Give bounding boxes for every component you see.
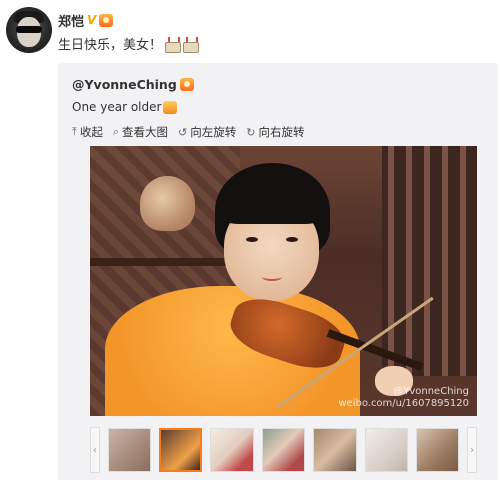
thumbnail[interactable] <box>364 428 408 472</box>
thumbnail[interactable] <box>313 428 357 472</box>
avatar-glasses <box>16 26 42 33</box>
author-row: 郑恺 V <box>58 11 114 30</box>
photo-child-eye <box>246 237 258 242</box>
thumbnail[interactable] <box>261 428 306 472</box>
watermark-url: weibo.com/u/1607895120 <box>338 398 469 409</box>
rotate-left-icon: ↺ <box>178 125 188 139</box>
upload-arrow-icon: ⤒ <box>72 125 77 138</box>
thumbnail[interactable] <box>415 428 460 472</box>
repost-container: @YvonneChing One year older ⤒ 收起 ⌕ 查看大图 … <box>58 63 498 480</box>
photo-child-eye <box>286 237 298 242</box>
collapse-label: 收起 <box>79 125 103 139</box>
repost-author-row: @YvonneChing <box>72 77 194 92</box>
thumb-next-arrow-icon[interactable]: › <box>467 427 477 473</box>
thumbnail[interactable] <box>107 428 152 472</box>
photo-child-bangs <box>218 184 326 224</box>
author-name[interactable]: 郑恺 <box>58 11 84 30</box>
photo-shelf <box>90 258 240 266</box>
post-text: 生日快乐，美女！ <box>58 38 163 53</box>
thumb-prev-arrow-icon[interactable]: ‹ <box>90 427 100 473</box>
thumbnail-selected[interactable] <box>159 428 203 472</box>
view-large-button[interactable]: ⌕ 查看大图 <box>113 124 168 140</box>
main-photo[interactable]: @YvonneChing weibo.com/u/1607895120 <box>90 146 477 416</box>
photo-watermark: @YvonneChing weibo.com/u/1607895120 <box>338 386 469 410</box>
author-avatar[interactable] <box>6 7 52 53</box>
photo-lattice-screen <box>382 146 477 376</box>
rotate-right-label: 向右旋转 <box>258 125 305 139</box>
repost-text: One year older <box>72 100 162 114</box>
magnifier-icon: ⌕ <box>112 125 120 138</box>
photo-toolbar: ⤒ 收起 ⌕ 查看大图 ↺ 向左旋转 ↻ 向右旋转 <box>72 124 304 140</box>
rotate-right-icon: ↻ <box>246 125 256 139</box>
thumbnail-strip: ‹ › <box>90 427 477 473</box>
watermark-handle: @YvonneChing <box>393 386 469 397</box>
medal-icon <box>179 78 194 91</box>
emoji-icon <box>163 100 178 114</box>
thumbnail[interactable] <box>210 428 254 472</box>
cake-icon <box>182 36 200 53</box>
repost-author-name[interactable]: @YvonneChing <box>72 77 177 92</box>
collapse-button[interactable]: ⤒ 收起 <box>72 124 103 140</box>
weibo-post: 郑恺 V 生日快乐，美女！ @YvonneChing One year olde… <box>0 0 500 482</box>
rotate-right-button[interactable]: ↻ 向右旋转 <box>246 124 304 140</box>
photo-child-mouth <box>262 273 282 281</box>
verified-badge-icon: V <box>87 13 97 27</box>
medal-icon <box>99 13 114 27</box>
rotate-left-label: 向左旋转 <box>190 125 237 139</box>
post-text-row: 生日快乐，美女！ <box>58 34 200 53</box>
repost-text-row: One year older <box>72 100 178 114</box>
view-large-label: 查看大图 <box>122 125 169 139</box>
cake-icon <box>164 36 182 53</box>
photo-teapot <box>140 176 195 231</box>
rotate-left-button[interactable]: ↺ 向左旋转 <box>178 124 236 140</box>
